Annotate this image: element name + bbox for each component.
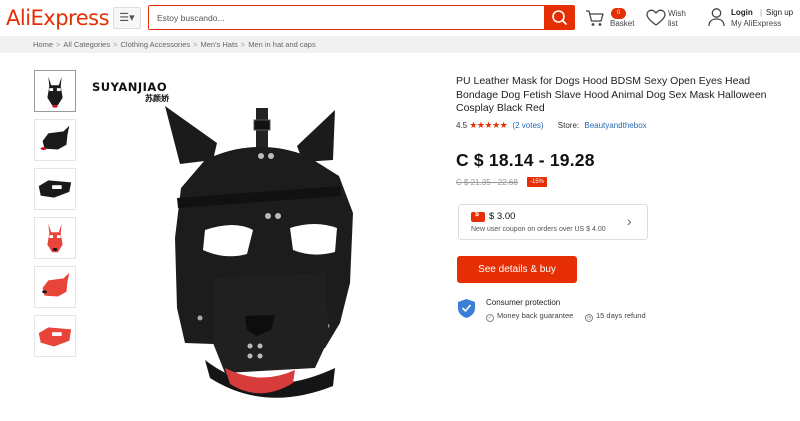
thumbnail-black-side[interactable] <box>34 119 76 161</box>
discount-badge: -15% <box>527 177 548 187</box>
login-link[interactable]: Login <box>731 8 753 17</box>
top-header: AliExpress ☰▾ 0 Basket Wish list Login |… <box>0 0 800 36</box>
heart-icon[interactable] <box>646 9 666 27</box>
money-back-icon: ✓ <box>486 314 494 322</box>
rating-value: 4.5 <box>456 121 468 130</box>
money-back-label: Money back guarantee <box>497 311 574 320</box>
breadcrumb-item-mens-hats[interactable]: Men's Hats <box>201 40 238 49</box>
header-separator: | <box>760 8 763 17</box>
wish-list-link[interactable]: Wish list <box>668 9 692 29</box>
rating-stars-icon: ★★★★★ <box>469 120 508 130</box>
clock-icon: ◷ <box>585 314 593 322</box>
store-label: Store: <box>557 121 580 130</box>
coupon-amount: $ 3.00 <box>489 211 516 222</box>
coupon-description: New user coupon on orders over US $ 4.00 <box>471 226 606 233</box>
breadcrumb: Home > All Categories > Clothing Accessories… <box>33 40 316 49</box>
rating-row: 4.5 ★★★★★ (2 votes) Store: Beautyandtheb… <box>456 120 647 131</box>
breadcrumb-item-all-categories[interactable]: All Categories <box>63 40 110 49</box>
breadcrumb-separator: > <box>56 40 61 49</box>
breadcrumb-item-home[interactable]: Home <box>33 40 53 49</box>
search-box <box>148 5 544 30</box>
refund-policy: ◷ 15 days refund <box>585 311 646 322</box>
thumbnail-red-flat[interactable] <box>34 315 76 357</box>
categories-menu-button[interactable]: ☰▾ <box>113 7 141 29</box>
breadcrumb-item-men-in-hat-and-caps[interactable]: Men in hat and caps <box>248 40 316 49</box>
signup-link[interactable]: Sign up <box>766 8 793 17</box>
coupon-icon <box>471 211 485 222</box>
consumer-protection-title: Consumer protection <box>486 298 561 307</box>
refund-label: 15 days refund <box>596 311 646 320</box>
search-input[interactable] <box>149 6 544 29</box>
thumbnail-red-front[interactable] <box>34 217 76 259</box>
chevron-right-icon: › <box>627 213 632 229</box>
product-title: PU Leather Mask for Dogs Hood BDSM Sexy … <box>456 75 767 114</box>
current-price: C $ 18.14 - 19.28 <box>456 150 595 170</box>
brand-watermark-chinese: 苏颜娇 <box>145 94 169 103</box>
basket-label[interactable]: Basket <box>610 19 634 28</box>
original-price: C $ 21.35 - 22.68 <box>456 178 518 187</box>
new-user-coupon[interactable]: $ 3.00 New user coupon on orders over US… <box>458 204 648 240</box>
see-details-buy-button[interactable]: See details & buy <box>457 256 577 283</box>
brand-watermark: SUYANJIAO <box>92 80 168 94</box>
votes-link[interactable]: (2 votes) <box>512 121 543 130</box>
aliexpress-logo[interactable]: AliExpress <box>6 6 110 30</box>
user-icon[interactable] <box>708 7 725 27</box>
search-button[interactable] <box>544 5 575 30</box>
shield-icon <box>458 299 475 318</box>
menu-icon: ☰▾ <box>119 12 135 24</box>
breadcrumb-separator: > <box>193 40 198 49</box>
thumbnail-black-front[interactable] <box>34 70 76 112</box>
store-link[interactable]: Beautyandthebox <box>584 121 646 130</box>
breadcrumb-bar: Home > All Categories > Clothing Accessories… <box>0 36 800 53</box>
basket-count-badge: 0 <box>611 8 626 19</box>
thumbnail-red-side[interactable] <box>34 266 76 308</box>
search-icon <box>552 10 567 25</box>
basket-icon[interactable] <box>585 8 605 28</box>
breadcrumb-item-clothing-accessories[interactable]: Clothing Accessories <box>121 40 191 49</box>
thumbnail-black-flat[interactable] <box>34 168 76 210</box>
breadcrumb-separator: > <box>113 40 118 49</box>
product-main-image[interactable] <box>85 68 415 413</box>
my-aliexpress-link[interactable]: My AliExpress <box>731 19 781 28</box>
money-back-guarantee: ✓ Money back guarantee <box>486 311 573 322</box>
breadcrumb-separator: > <box>240 40 246 49</box>
